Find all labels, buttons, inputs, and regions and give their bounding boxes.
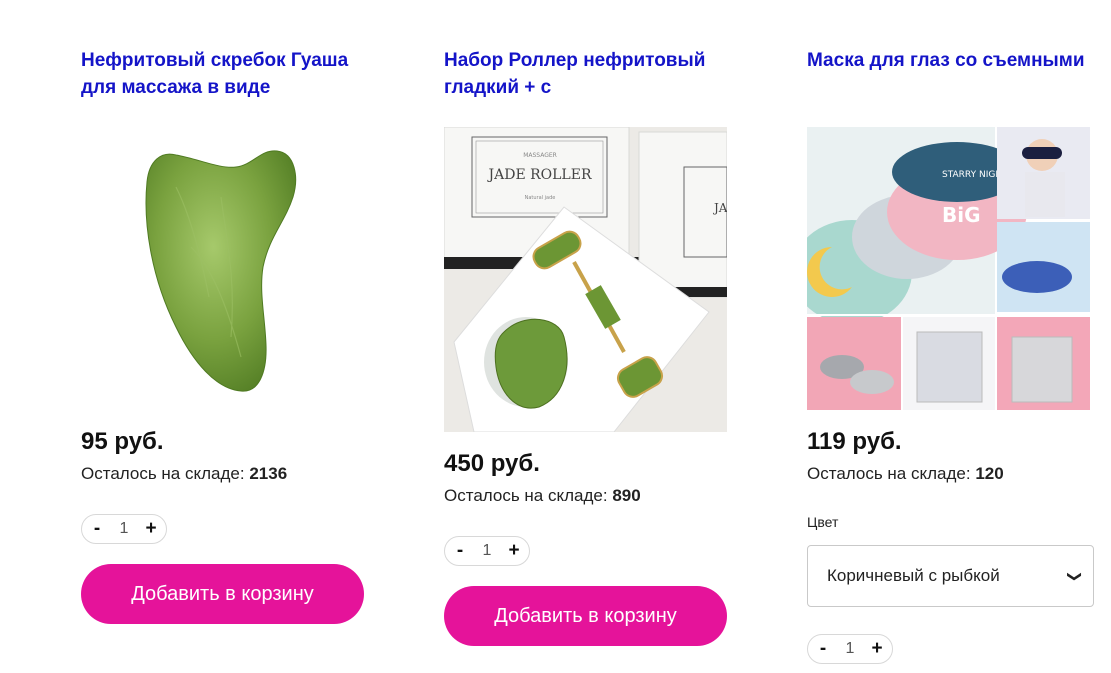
product-title[interactable]: Маска для глаз со съемными — [807, 47, 1107, 103]
product-price: 450 руб. — [444, 450, 540, 477]
color-select[interactable]: Коричневый с рыбкой ❯ — [807, 545, 1094, 607]
box-text-partial: JA — [712, 201, 727, 215]
quantity-stepper: - 1 + — [444, 536, 530, 566]
stock-label: Осталось на складе: — [444, 486, 608, 505]
product-title[interactable]: Набор Роллер нефритовый гладкий + с — [444, 47, 744, 103]
add-to-cart-button[interactable]: Добавить в корзину — [444, 586, 727, 646]
stock-info: Осталось на складе: 120 — [807, 464, 1004, 484]
stock-value: 120 — [975, 464, 1004, 483]
quantity-stepper: - 1 + — [81, 514, 167, 544]
qty-decrease-button[interactable]: - — [816, 638, 830, 660]
product-price: 95 руб. — [81, 428, 164, 455]
product-image-eye-mask[interactable]: BiG STARRY NIGHT — [807, 127, 1090, 410]
product-title[interactable]: Нефритовый скребок Гуаша для массажа в в… — [81, 47, 381, 103]
box-text-top: MASSAGER — [523, 152, 557, 159]
qty-value[interactable]: 1 — [120, 520, 129, 538]
qty-decrease-button[interactable]: - — [90, 518, 104, 540]
stock-info: Осталось на складе: 2136 — [81, 464, 287, 484]
chevron-down-icon: ❯ — [1067, 570, 1084, 582]
box-text-main: JADE ROLLER — [487, 167, 592, 183]
qty-increase-button[interactable]: + — [144, 518, 158, 540]
color-label: Цвет — [807, 514, 839, 530]
color-selected-value: Коричневый с рыбкой — [827, 566, 1000, 585]
stock-label: Осталось на складе: — [807, 464, 971, 483]
qty-value[interactable]: 1 — [846, 640, 855, 658]
add-to-cart-button[interactable]: Добавить в корзину — [81, 564, 364, 624]
qty-value[interactable]: 1 — [483, 542, 492, 560]
stock-value: 2136 — [249, 464, 288, 483]
box-text-bottom: Natural jade — [525, 195, 556, 201]
qty-decrease-button[interactable]: - — [453, 540, 467, 562]
qty-increase-button[interactable]: + — [507, 540, 521, 562]
stock-label: Осталось на складе: — [81, 464, 245, 483]
stock-info: Осталось на складе: 890 — [444, 486, 641, 506]
quantity-stepper: - 1 + — [807, 634, 893, 664]
product-image-jade-roller[interactable]: MASSAGER JADE ROLLER Natural jade JA — [444, 127, 727, 432]
product-image-gua-sha[interactable] — [81, 127, 364, 410]
qty-increase-button[interactable]: + — [870, 638, 884, 660]
stock-value: 890 — [612, 486, 641, 505]
mask-text-big: BiG — [942, 203, 981, 227]
product-price: 119 руб. — [807, 428, 902, 455]
